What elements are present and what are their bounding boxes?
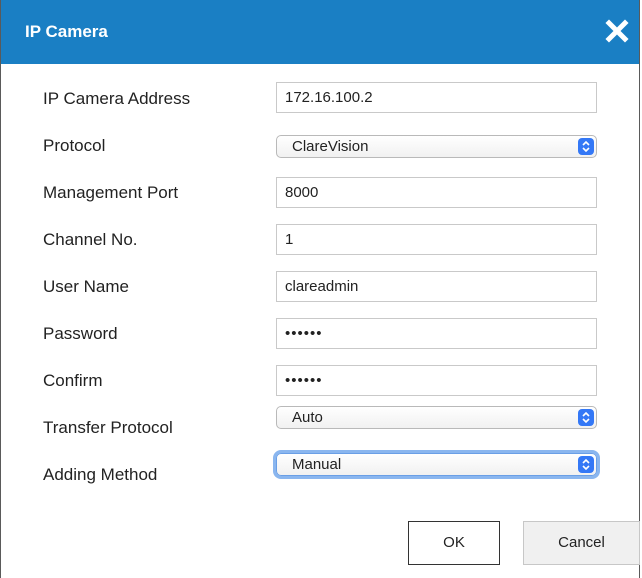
adding-method-select[interactable]: Manual xyxy=(276,453,597,476)
channel-label: Channel No. xyxy=(43,230,138,249)
transfer-protocol-select[interactable]: Auto xyxy=(276,406,597,429)
transfer-protocol-selected-value: Auto xyxy=(292,409,323,426)
up-down-chevron-icon xyxy=(578,409,594,426)
confirm-label: Confirm xyxy=(43,371,103,390)
user-name-label: User Name xyxy=(43,277,129,296)
ip-camera-dialog: IP Camera IP Camera Address Protocol Cla… xyxy=(0,0,640,578)
dialog-titlebar: IP Camera xyxy=(1,0,639,64)
adding-method-label: Adding Method xyxy=(43,465,158,484)
password-input[interactable] xyxy=(276,318,597,349)
dialog-title: IP Camera xyxy=(25,22,108,41)
user-name-input[interactable] xyxy=(276,271,597,302)
ip-address-input[interactable] xyxy=(276,82,597,113)
close-button[interactable] xyxy=(603,17,631,45)
transfer-protocol-label: Transfer Protocol xyxy=(43,418,173,437)
confirm-password-input[interactable] xyxy=(276,365,597,396)
management-port-label: Management Port xyxy=(43,183,179,202)
ok-button[interactable]: OK xyxy=(408,521,500,565)
ip-address-label: IP Camera Address xyxy=(43,89,191,108)
adding-method-selected-value: Manual xyxy=(292,456,342,473)
password-label: Password xyxy=(43,324,118,343)
protocol-selected-value: ClareVision xyxy=(292,138,369,155)
up-down-chevron-icon xyxy=(578,456,594,473)
management-port-input[interactable] xyxy=(276,177,597,208)
channel-input[interactable] xyxy=(276,224,597,255)
up-down-chevron-icon xyxy=(578,138,594,155)
close-icon xyxy=(605,19,629,43)
cancel-button[interactable]: Cancel xyxy=(523,521,640,565)
protocol-select[interactable]: ClareVision xyxy=(276,135,597,158)
protocol-label: Protocol xyxy=(43,136,106,155)
